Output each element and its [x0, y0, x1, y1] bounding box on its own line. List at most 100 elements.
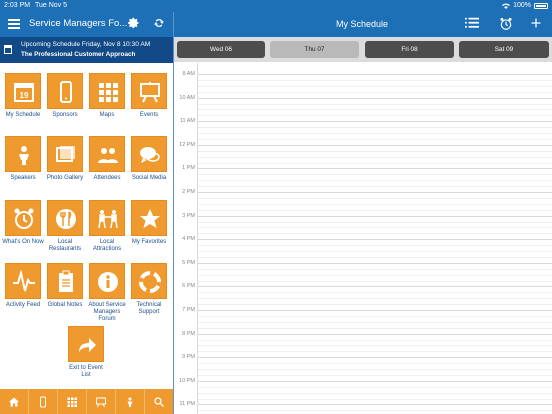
quarter-line [198, 315, 552, 317]
search-icon [154, 396, 164, 407]
hour-line [198, 286, 552, 288]
hour-line [198, 380, 552, 382]
hour-line [198, 310, 552, 311]
home-icon [9, 397, 19, 406]
day-tab-wed[interactable]: Wed 06 [177, 41, 265, 58]
quarter-line [198, 339, 552, 341]
toolbar-search[interactable] [145, 389, 173, 414]
tile-attendees[interactable]: Attendees [86, 136, 128, 182]
hour-label: 2 PM [182, 189, 195, 195]
tile-maps[interactable]: Maps [86, 73, 128, 119]
status-bar: 2:03 PM Tue Nov 5 100% [0, 0, 552, 12]
tile-label: Social Media [131, 175, 167, 181]
tile-global-notes[interactable]: Global Notes [44, 263, 86, 309]
tile-local-attractions[interactable]: Local Attractions [86, 200, 128, 253]
notes-icon [59, 270, 73, 292]
quarter-line [198, 345, 552, 347]
hour-line [198, 357, 552, 359]
tile-label: Global Notes [47, 302, 83, 308]
menu-icon[interactable] [8, 19, 20, 29]
tile-about-forum[interactable]: About Service Managers Forum [86, 263, 128, 323]
hour-line [198, 168, 552, 170]
photos-icon [56, 146, 75, 162]
tile-label: Local Attractions [92, 239, 122, 252]
hour-label: 8 AM [182, 71, 195, 77]
tile-social-media[interactable]: Social Media [128, 136, 170, 182]
quarter-line [198, 91, 552, 93]
tile-label: Maps [99, 112, 115, 118]
phone-icon [40, 396, 46, 407]
tile-my-favorites[interactable]: My Favorites [128, 200, 170, 246]
tile-label: Local Restaurants [48, 239, 82, 252]
hour-label: 6 PM [182, 283, 195, 290]
quarter-line [198, 369, 552, 370]
hour-line [198, 239, 552, 241]
quarter-line [198, 174, 552, 176]
refresh-icon[interactable] [152, 17, 166, 31]
quarter-line [198, 363, 552, 365]
quarter-line [198, 127, 552, 129]
tile-whats-on-now[interactable]: What's On Now [2, 200, 44, 246]
toolbar-maps[interactable] [58, 389, 87, 414]
day-tab-sat[interactable]: Sat 09 [459, 41, 549, 58]
toolbar-sponsors[interactable] [29, 389, 58, 414]
hour-line [198, 144, 552, 146]
quarter-line [198, 133, 552, 134]
quarter-line [198, 180, 552, 182]
hour-label: 11 PM [179, 401, 196, 408]
day-tab-fri[interactable]: Fri 08 [365, 41, 454, 58]
attractions-icon [98, 210, 118, 229]
quarter-line [198, 298, 552, 300]
quarter-line [198, 197, 552, 199]
day-selector: Wed 06 Thu 07 Fri 08 Sat 09 [174, 37, 552, 62]
feature-grid: 19 My Schedule Sponsors Maps Events Spea… [0, 63, 173, 388]
tile-events[interactable]: Events [128, 73, 170, 119]
hour-line [198, 97, 552, 99]
restaurant-icon [56, 209, 76, 229]
hour-label: 4 PM [182, 236, 195, 243]
quarter-line [198, 292, 552, 294]
list-view-icon[interactable] [465, 17, 479, 31]
hour-label: 10 PM [179, 377, 195, 384]
tile-local-restaurants[interactable]: Local Restaurants [44, 200, 86, 253]
phone-icon [60, 81, 72, 103]
quarter-line [198, 79, 552, 81]
quarter-line [198, 203, 552, 205]
quarter-line [198, 138, 552, 140]
upcoming-schedule-banner[interactable]: Upcoming Schedule Friday, Nov 8 10:30 AM… [0, 37, 173, 63]
alarm-clock-icon [14, 208, 34, 229]
wifi-icon [502, 3, 511, 9]
day-tab-thu[interactable]: Thu 07 [270, 41, 359, 58]
page-title: My Schedule [335, 19, 389, 29]
tile-technical-support[interactable]: Technical Support [128, 263, 170, 316]
schedule-timeline[interactable]: 8 AM 10 AM 11 AM 12 PM 1 PM 2 PM 3 PM 4 PM 5 PM 6… [174, 63, 552, 414]
tile-activity-feed[interactable]: Activity Feed [2, 263, 44, 309]
add-icon[interactable] [529, 17, 543, 31]
quarter-line [198, 321, 552, 323]
gear-icon[interactable] [127, 17, 141, 31]
tile-exit-event-list[interactable]: Exit to Event List [65, 326, 107, 379]
tile-photo-gallery[interactable]: Photo Gallery [44, 136, 86, 182]
tile-label: Events [139, 112, 159, 118]
toolbar-speakers[interactable] [116, 389, 145, 414]
tile-speakers[interactable]: Speakers [2, 136, 44, 182]
tile-label: Photo Gallery [46, 175, 84, 181]
tile-label: Speakers [10, 175, 36, 181]
quarter-line [198, 85, 552, 87]
lifebuoy-icon [139, 271, 161, 293]
star-icon [140, 209, 160, 228]
status-right: 100% [502, 2, 548, 9]
grid-icon [99, 83, 118, 102]
alarm-clock-icon[interactable] [499, 17, 513, 31]
grid-icon [67, 397, 77, 407]
app-window: 2:03 PM Tue Nov 5 100% Service Managers … [0, 0, 552, 414]
tile-my-schedule[interactable]: 19 My Schedule [2, 73, 44, 119]
quarter-line [198, 374, 552, 376]
toolbar-events[interactable] [87, 389, 116, 414]
easel-icon [96, 397, 106, 407]
tile-sponsors[interactable]: Sponsors [44, 73, 86, 119]
toolbar-home[interactable] [0, 389, 29, 414]
quarter-line [198, 186, 552, 188]
chat-icon [140, 147, 160, 163]
hour-line [198, 215, 552, 217]
